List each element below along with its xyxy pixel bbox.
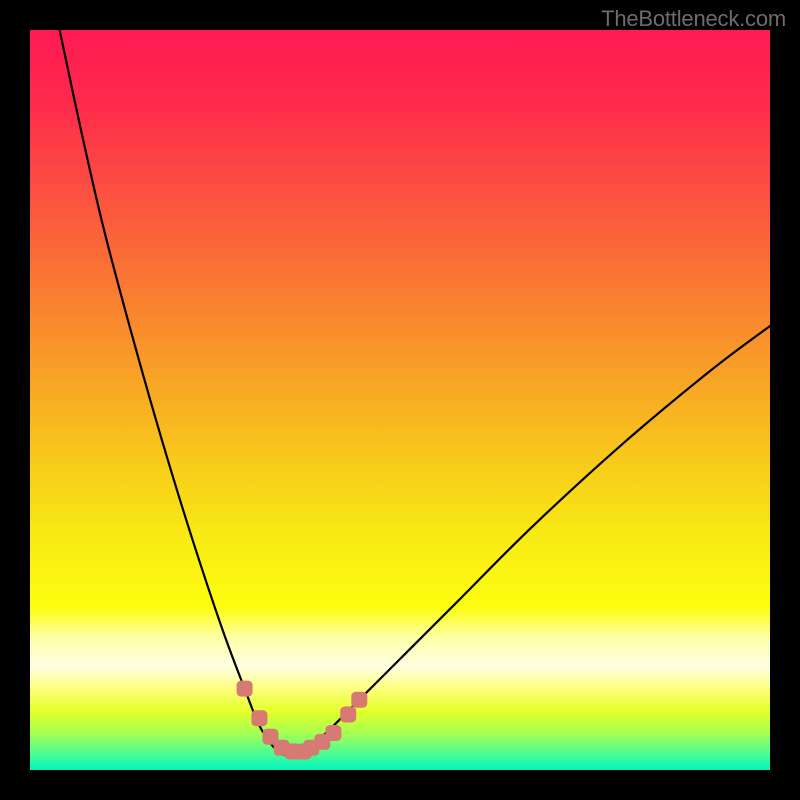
- marker-point: [352, 692, 367, 707]
- marker-point: [252, 711, 267, 726]
- marker-point: [237, 681, 252, 696]
- plot-area: [30, 30, 770, 770]
- watermark-text: TheBottleneck.com: [601, 6, 786, 32]
- marker-group: [237, 681, 367, 759]
- curve-layer: [30, 30, 770, 770]
- bottleneck-curve: [60, 30, 770, 756]
- chart-frame: TheBottleneck.com: [0, 0, 800, 800]
- marker-point: [326, 726, 341, 741]
- marker-point: [341, 707, 356, 722]
